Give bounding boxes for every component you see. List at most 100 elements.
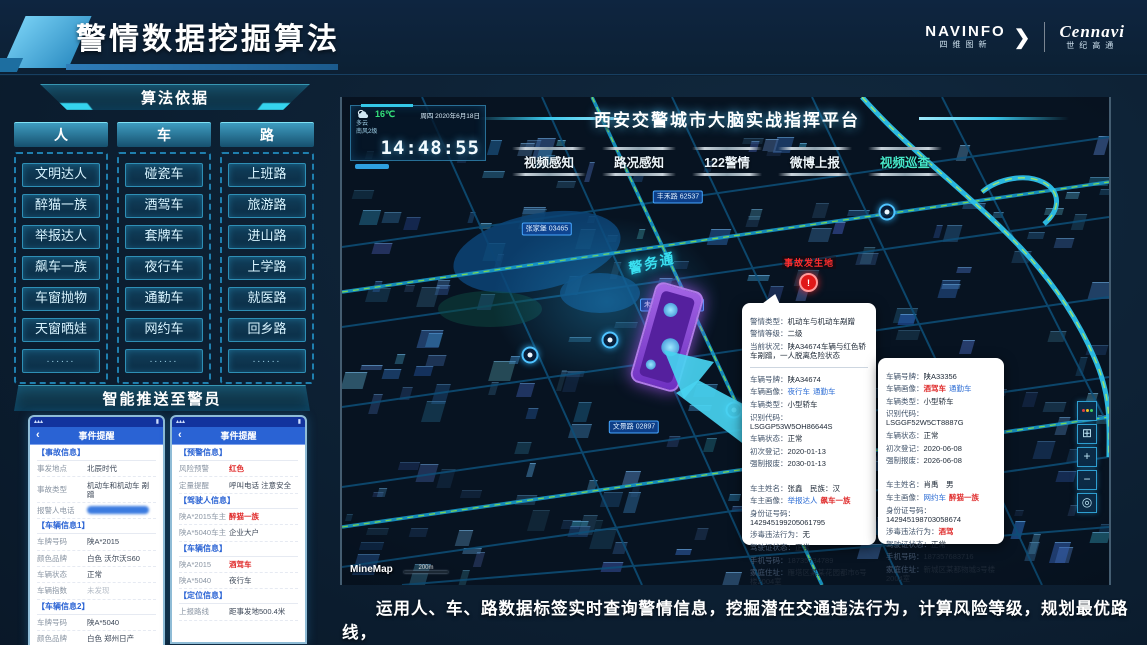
title-underline xyxy=(66,64,338,70)
logo-separator xyxy=(1044,22,1045,52)
slide-root: 警情数据挖掘算法 NAVINFO 四维图新 ❯ Cennavi 世纪高通 算法依… xyxy=(0,0,1147,645)
signal-icon: ▴▴▴ xyxy=(34,417,43,427)
card-field-value: 陕A33356 xyxy=(924,372,957,381)
card-field-label: 车辆状态： xyxy=(886,431,924,440)
phone-title-bar: ‹ 事件提醒 xyxy=(30,427,163,445)
card-field-value: 正常 xyxy=(924,431,939,440)
profile-tag: 举报达人 xyxy=(788,496,818,505)
summary-caption: 运用人、车、路数据标签实时查询警情信息，挖掘潜在交通违法行为，计算风险等级，规划… xyxy=(342,597,1130,645)
navinfo-logo-text: NAVINFO xyxy=(925,24,1005,41)
tag-button[interactable]: 文明达人 xyxy=(22,163,100,187)
field-label: 事故类型 xyxy=(37,485,87,494)
algorithm-column-车: 车碰瓷车酒驾车套牌车夜行车通勤车网约车...... xyxy=(117,122,211,384)
card-field-row: 初次登记：2020-01-13 xyxy=(750,447,868,456)
card-field-value: 142945199205061795 xyxy=(750,518,825,527)
card-divider xyxy=(750,367,868,368)
legend-button[interactable] xyxy=(1077,401,1097,421)
profile-tag: 网约车 xyxy=(924,493,947,502)
card-field-value: 肖禹 男 xyxy=(924,480,954,489)
column-tag-list: 文明达人醉猫一族举报达人飙车一族车窗抛物天窗晒娃...... xyxy=(14,152,108,384)
card-field-label: 当前状况： xyxy=(750,342,788,351)
phone-body: 【预警信息】风险预警红色定量提醒呼叫电话 注意安全【驾驶人信息】陕A*2015车… xyxy=(172,445,305,622)
tag-button[interactable]: 碰瓷车 xyxy=(125,163,203,187)
tag-button[interactable]: 套牌车 xyxy=(125,225,203,249)
card-field-label: 车辆类型： xyxy=(750,400,788,409)
tag-button[interactable]: 天窗晒娃 xyxy=(22,318,100,342)
algorithm-basis-banner: 算法依据 xyxy=(40,84,310,110)
field-label: 上报路线 xyxy=(179,607,229,616)
legend-dot xyxy=(1082,409,1085,412)
card-field-label: 车辆画像： xyxy=(750,387,788,396)
card-field-row: 驾驶证状态：正常 xyxy=(750,543,868,552)
card-field-value: 陕A34674 xyxy=(788,375,821,384)
phone-status-bar: ▴▴▴▮ xyxy=(172,417,305,427)
card-gap xyxy=(886,469,996,477)
field-value: 白色 郑州日产 xyxy=(87,634,156,643)
back-icon[interactable]: ‹ xyxy=(178,427,182,443)
map-scale-bar xyxy=(404,571,448,573)
algorithm-column-路: 路上班路旅游路进山路上学路就医路回乡路...... xyxy=(220,122,314,384)
card-field-label: 驾驶证状态： xyxy=(886,540,931,549)
field-value: 未发现 xyxy=(87,586,156,595)
locate-button[interactable]: ◎ xyxy=(1077,493,1097,513)
phone-title-bar: ‹事件提醒 xyxy=(172,427,305,445)
tag-button[interactable]: 酒驾车 xyxy=(125,194,203,218)
zoom-out-button[interactable]: − xyxy=(1077,470,1097,490)
phone-field-row: 陕A*5040夜行车 xyxy=(179,573,298,589)
field-label: 陕A*2015 xyxy=(179,560,229,569)
tag-button[interactable]: 旅游路 xyxy=(228,194,306,218)
tag-button[interactable]: 举报达人 xyxy=(22,225,100,249)
phone-field-row: 报警人电话 xyxy=(37,503,156,519)
tag-button[interactable]: 醉猫一族 xyxy=(22,194,100,218)
tag-button[interactable]: 回乡路 xyxy=(228,318,306,342)
column-header: 路 xyxy=(220,122,314,147)
field-value: 呼叫电话 注意安全 xyxy=(229,481,298,490)
battery-icon: ▮ xyxy=(156,417,159,427)
map-toolbar: ⊞ + − ◎ xyxy=(1077,401,1097,513)
caption-line1: 运用人、车、路数据标签实时查询警情信息，挖掘潜在交通违法行为，计算风险等级，规划… xyxy=(342,600,1129,642)
tag-button[interactable]: 网约车 xyxy=(125,318,203,342)
card-field-value: 2026-06-08 xyxy=(924,456,962,465)
card-field-value: 187357683716 xyxy=(924,552,974,561)
phone-field-row: 陕A*5040车主企业大户 xyxy=(179,525,298,541)
tag-button[interactable]: 上班路 xyxy=(228,163,306,187)
algorithm-basis-title: 算法依据 xyxy=(141,87,209,108)
tag-button[interactable]: ...... xyxy=(22,349,100,373)
layers-button[interactable]: ⊞ xyxy=(1077,424,1097,444)
minemap-watermark[interactable]: MineMap xyxy=(350,564,393,575)
card-field-label: 车主姓名： xyxy=(750,484,788,493)
tag-button[interactable]: ...... xyxy=(228,349,306,373)
legend-dot xyxy=(1086,409,1089,412)
tag-button[interactable]: 车窗抛物 xyxy=(22,287,100,311)
card-field-row: 涉毒违法行为：酒驾 xyxy=(886,527,996,536)
phone-screen-title: 事件提醒 xyxy=(78,429,114,442)
phone-field-row: 车辆指数未发现 xyxy=(37,583,156,599)
card-field-label: 识别代码： xyxy=(886,409,924,418)
tag-button[interactable]: 就医路 xyxy=(228,287,306,311)
card-field-row: 车辆状态：正常 xyxy=(886,431,996,440)
tag-button[interactable]: 通勤车 xyxy=(125,287,203,311)
tag-button[interactable]: 进山路 xyxy=(228,225,306,249)
card-field-label: 车辆类型： xyxy=(886,397,924,406)
field-value: 机动车和机动车 剐蹭 xyxy=(87,481,156,499)
field-value: 红色 xyxy=(229,464,298,473)
phone-field-row: 车辆状态正常 xyxy=(37,567,156,583)
phone-field-row: 车牌号码陕A*2015 xyxy=(37,534,156,550)
tag-button[interactable]: ...... xyxy=(125,349,203,373)
phone-section-header: 【驾驶人信息】 xyxy=(179,494,298,509)
phone-body: 【事故信息】事发地点北辰时代事故类型机动车和机动车 剐蹭报警人电话【车辆信息1】… xyxy=(30,445,163,645)
tag-button[interactable]: 上学路 xyxy=(228,256,306,280)
phone-section-header: 【车辆信息】 xyxy=(179,542,298,557)
card-field-row: 涉毒违法行为：无 xyxy=(750,530,868,539)
card-field-label: 识别代码： xyxy=(750,413,788,422)
zoom-in-button[interactable]: + xyxy=(1077,447,1097,467)
tag-button[interactable]: 夜行车 xyxy=(125,256,203,280)
card-field-value: 正常 xyxy=(931,540,946,549)
back-icon[interactable]: ‹ xyxy=(36,427,40,443)
field-label: 陕A*5040 xyxy=(179,576,229,585)
tag-button[interactable]: 飙车一族 xyxy=(22,256,100,280)
card-field-row: 警情等级：二级 xyxy=(750,329,868,338)
profile-tag: 夜行车 xyxy=(788,387,811,396)
column-tag-list: 碰瓷车酒驾车套牌车夜行车通勤车网约车...... xyxy=(117,152,211,384)
navinfo-arrow-icon: ❯ xyxy=(1014,25,1031,50)
